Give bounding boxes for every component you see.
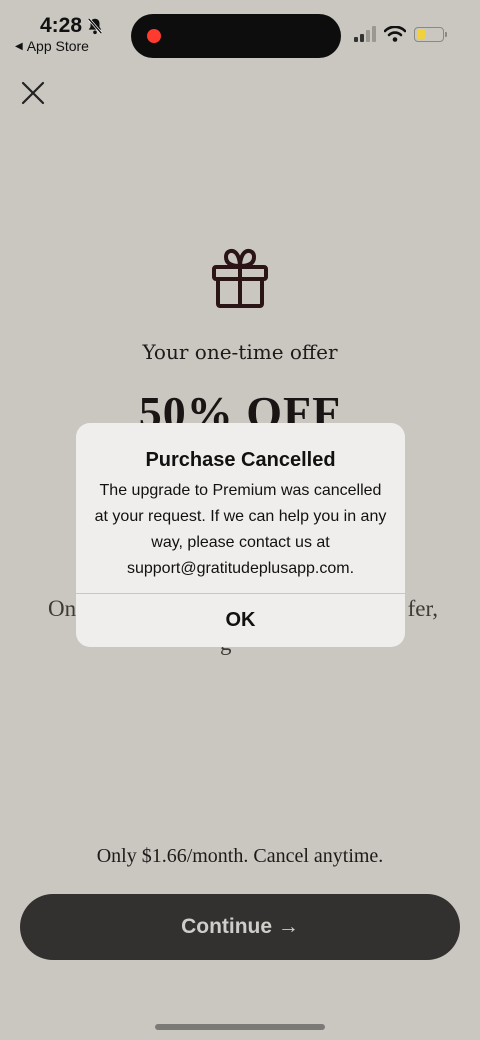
back-triangle-icon: ◀: [15, 40, 23, 52]
price-text: Only $1.66/month. Cancel anytime.: [96, 845, 384, 867]
continue-button[interactable]: Continue →: [20, 894, 460, 960]
home-indicator[interactable]: [155, 1024, 325, 1030]
close-icon[interactable]: [20, 80, 46, 106]
purchase-cancelled-alert: Purchase Cancelled The upgrade to Premiu…: [76, 423, 405, 647]
alert-message: The upgrade to Premium was cancelled at …: [94, 482, 387, 577]
gift-icon: [212, 248, 268, 308]
alert-title: Purchase Cancelled: [145, 449, 336, 471]
obscured-left-text: On: [48, 596, 77, 621]
status-icons: [354, 26, 447, 42]
obscured-right-text: fer,: [407, 596, 438, 621]
time-label: 4:28: [40, 14, 83, 37]
alert-ok-button[interactable]: OK: [76, 594, 405, 647]
dynamic-island: [131, 14, 341, 58]
recording-indicator: [147, 29, 161, 43]
back-app-label: App Store: [26, 38, 89, 54]
back-to-app-store[interactable]: ◀ App Store: [15, 38, 89, 54]
cellular-signal-icon: [354, 26, 376, 42]
status-time: 4:28: [40, 14, 104, 38]
battery-icon: [414, 26, 447, 42]
offer-subtitle: Your one-time offer: [142, 340, 338, 364]
silent-bell-icon: [87, 17, 103, 35]
wifi-icon: [384, 26, 406, 42]
